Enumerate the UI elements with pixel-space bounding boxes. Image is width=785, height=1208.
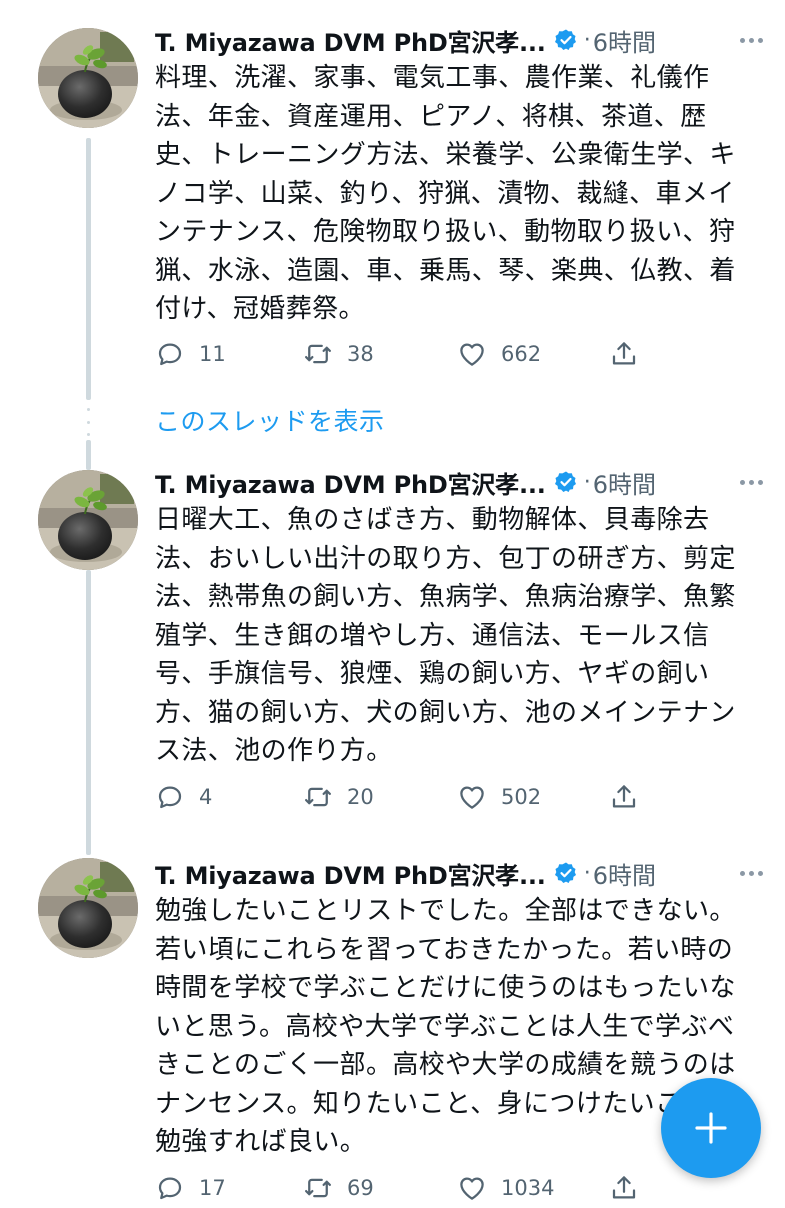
more-options-icon[interactable] (740, 464, 763, 500)
verified-badge-icon (554, 862, 576, 883)
like-button[interactable]: 502 (457, 777, 541, 817)
tweet-header: T. Miyazawa DVM PhD宮沢孝... · 6時間 (155, 855, 767, 891)
timestamp[interactable]: 6時間 (593, 856, 656, 891)
like-button[interactable]: 662 (457, 334, 541, 374)
tweet-text: 日曜大工、魚のさばき方、動物解体、貝毒除去法、おいしい出汁の取り方、包丁の研ぎ方… (155, 505, 736, 766)
share-icon (612, 1176, 636, 1199)
share-button[interactable] (609, 334, 639, 374)
share-button[interactable] (609, 1168, 639, 1208)
retweet-count: 20 (347, 785, 374, 809)
separator-dot: · (583, 860, 591, 886)
thread-line (86, 570, 91, 855)
reply-button[interactable]: 17 (155, 1168, 226, 1208)
show-thread-link[interactable]: このスレッドを表示 (155, 402, 385, 438)
reply-count: 4 (199, 785, 213, 809)
retweet-icon (305, 1178, 331, 1198)
retweet-icon (305, 344, 331, 364)
heart-icon (460, 786, 484, 809)
author-name[interactable]: T. Miyazawa DVM PhD宮沢孝... (155, 856, 546, 891)
verified-badge-icon (554, 29, 576, 50)
tweet-text: 料理、洗濯、家事、電気工事、農作業、礼儀作法、年金、資産運用、ピアノ、将棋、茶道… (155, 63, 736, 324)
thread-line (86, 440, 91, 470)
compose-tweet-button[interactable] (661, 1078, 761, 1178)
retweet-count: 69 (347, 1176, 374, 1200)
retweet-count: 38 (347, 342, 374, 366)
tweet-actions: 11 38 662 (155, 334, 655, 374)
timestamp[interactable]: 6時間 (593, 23, 656, 58)
more-options-icon[interactable] (740, 22, 763, 58)
avatar[interactable] (38, 858, 138, 958)
reply-icon (158, 786, 182, 809)
tweet-header: T. Miyazawa DVM PhD宮沢孝... · 6時間 (155, 22, 767, 58)
tweet-header: T. Miyazawa DVM PhD宮沢孝... · 6時間 (155, 464, 767, 500)
separator-dot: · (583, 27, 591, 53)
share-button[interactable] (609, 777, 639, 817)
like-count: 502 (501, 785, 542, 809)
like-count: 1034 (501, 1176, 555, 1200)
more-options-icon[interactable] (740, 855, 763, 891)
retweet-button[interactable]: 69 (303, 1168, 374, 1208)
share-icon (612, 785, 636, 808)
thread-line (86, 138, 91, 400)
like-count: 662 (501, 342, 542, 366)
reply-count: 17 (199, 1176, 226, 1200)
tweet-text: 勉強したいことリストでした。全部はできない。若い頃にこれらを習っておきたかった。… (155, 896, 736, 1157)
reply-icon (158, 1177, 182, 1200)
avatar[interactable] (38, 470, 138, 570)
tweet-actions: 17 69 1034 (155, 1168, 655, 1208)
reply-count: 11 (199, 342, 226, 366)
reply-button[interactable]: 11 (155, 334, 226, 374)
heart-icon (460, 343, 484, 366)
retweet-button[interactable]: 38 (303, 334, 374, 374)
avatar[interactable] (38, 28, 138, 128)
separator-dot: · (583, 469, 591, 495)
retweet-icon (305, 787, 331, 807)
timestamp[interactable]: 6時間 (593, 465, 656, 500)
reply-button[interactable]: 4 (155, 777, 212, 817)
author-name[interactable]: T. Miyazawa DVM PhD宮沢孝... (155, 23, 546, 58)
retweet-button[interactable]: 20 (303, 777, 374, 817)
share-icon (612, 342, 636, 365)
tweet-actions: 4 20 502 (155, 777, 655, 817)
thread-gap-dots (85, 408, 92, 436)
heart-icon (460, 1177, 484, 1200)
reply-icon (158, 343, 182, 366)
like-button[interactable]: 1034 (457, 1168, 554, 1208)
author-name[interactable]: T. Miyazawa DVM PhD宮沢孝... (155, 465, 546, 500)
compose-plus-icon (695, 1112, 727, 1144)
verified-badge-icon (554, 471, 576, 492)
